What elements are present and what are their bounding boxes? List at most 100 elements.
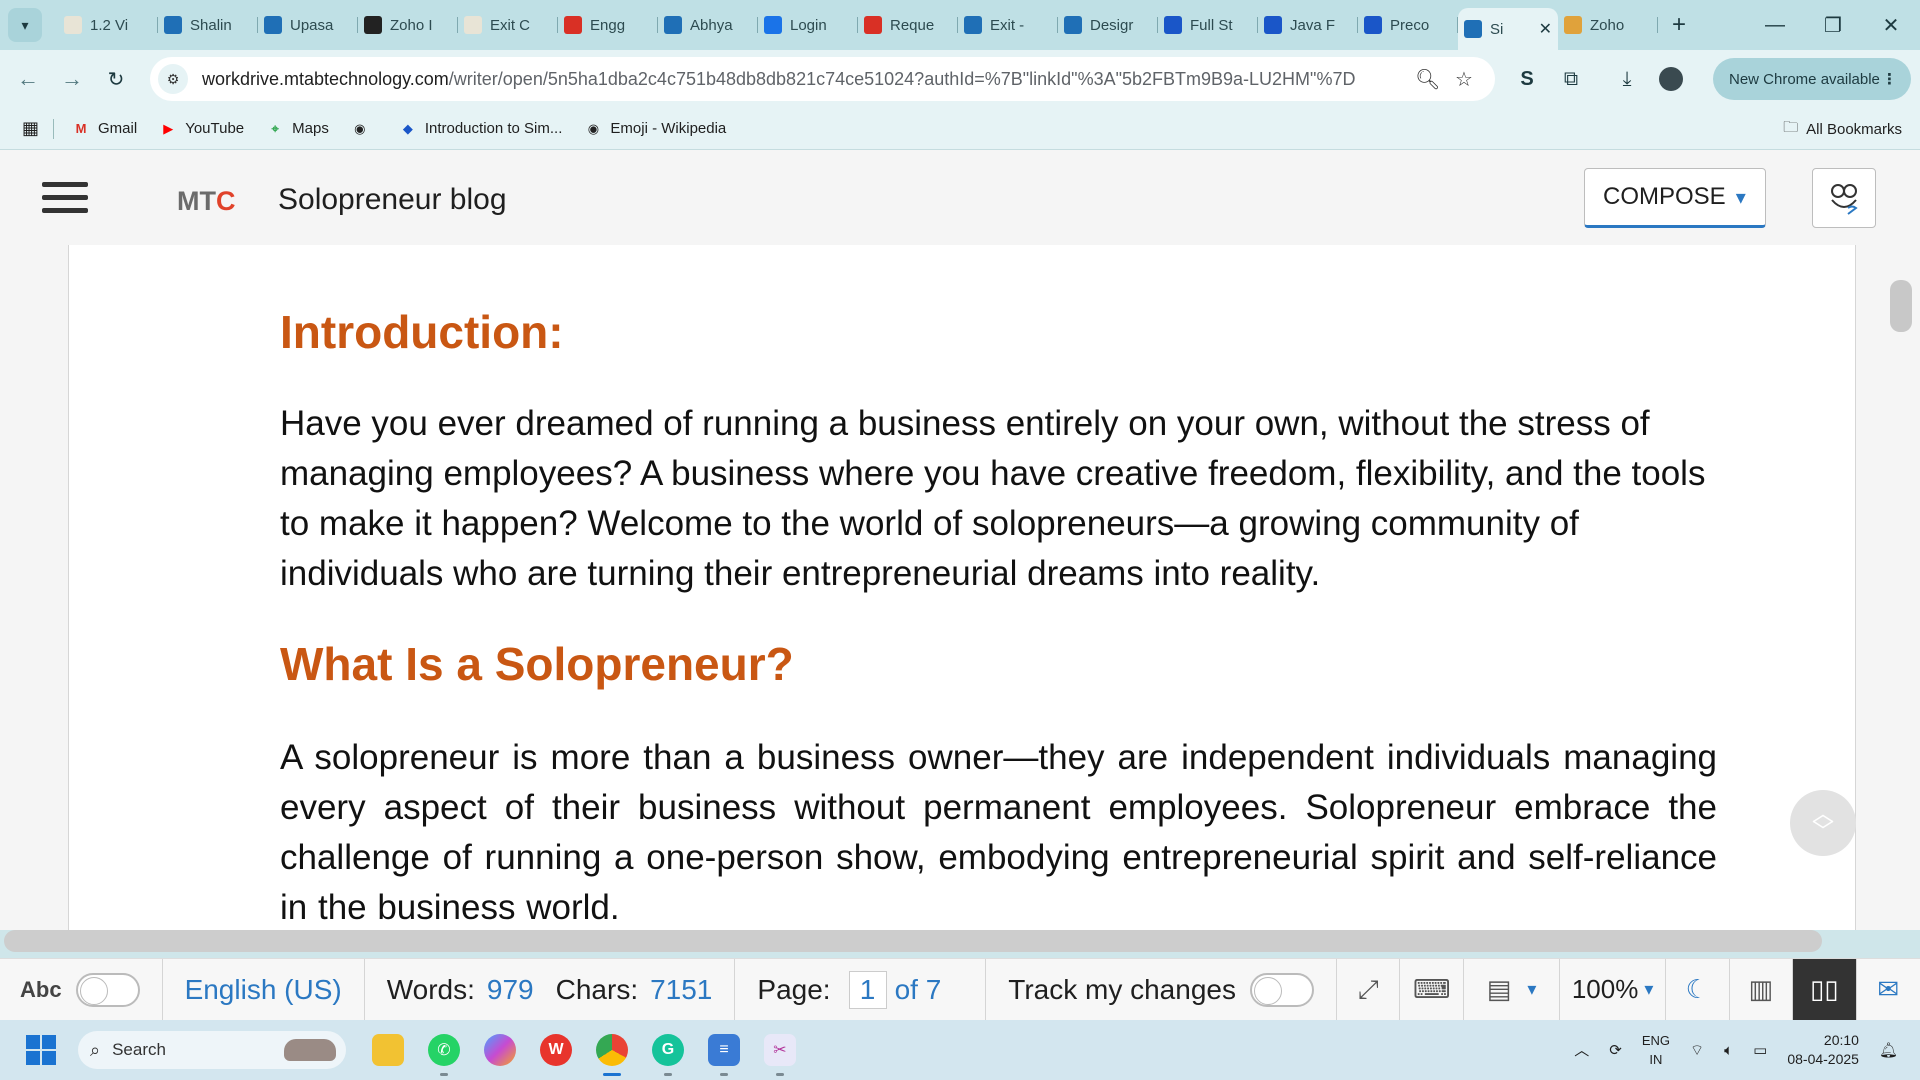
reload-button[interactable]: ↻ [94,67,138,92]
bookmark-item[interactable]: ◆ Introduction to Sim... [399,120,563,138]
tab-active[interactable]: Si ✕ [1458,8,1558,50]
spellcheck-icon[interactable]: Abc [20,977,62,1003]
restore-button[interactable]: ❐ [1804,0,1862,50]
reading-layout-icon[interactable]: ▯▯ [1793,958,1857,1021]
tab[interactable]: 1.2 Vi [58,7,158,43]
tab[interactable]: Shalin [158,7,258,43]
extensions-icon[interactable]: ⧉ [1549,68,1593,91]
document-title[interactable]: Solopreneur blog [278,183,507,217]
words-label: Words: [386,973,475,1005]
tab[interactable]: Login [758,7,858,43]
tab[interactable]: Upasa [258,7,358,43]
tab[interactable]: Java F [1258,7,1358,43]
compose-button[interactable]: COMPOSE ▾ [1584,168,1766,228]
page-number-input[interactable]: 1 [848,970,887,1009]
document-page[interactable]: Introduction: Have you ever dreamed of r… [68,245,1856,930]
tab[interactable]: Preco [1358,7,1458,43]
notifications-icon[interactable]: 🔔︎ [1879,1041,1898,1060]
chrome-taskbar-icon[interactable] [584,1022,640,1078]
tab[interactable]: Reque [858,7,958,43]
spellcheck-toggle[interactable] [75,972,140,1007]
profile-avatar-icon[interactable] [1649,67,1693,91]
show-hidden-icons[interactable]: ︿ [1574,1041,1589,1060]
notepad-icon[interactable]: ≡ [696,1022,752,1078]
taskbar-search[interactable]: ⌕ Search [78,1031,346,1069]
page-navigation-button[interactable]: ︿ ﹀ [1790,790,1856,856]
back-button[interactable]: ← [6,66,50,92]
menu-hamburger-icon[interactable] [42,182,88,221]
paragraph-what-is-solopreneur[interactable]: A solopreneur is more than a business ow… [280,733,1717,930]
horizontal-scrollbar-thumb[interactable] [4,930,1822,952]
grammarly-icon[interactable]: G [640,1022,696,1078]
url-text[interactable]: workdrive.mtabtechnology.com/writer/open… [202,69,1355,90]
tab-search-button[interactable]: ▾ [8,8,42,42]
keyboard-shortcuts-icon[interactable]: ⌨ [1400,958,1464,1021]
bookmark-star-icon[interactable]: ☆ [1455,67,1473,92]
language-code: ENG [1641,1033,1671,1048]
minimize-button[interactable]: — [1746,0,1804,50]
heading-introduction[interactable]: Introduction: [280,305,1717,359]
region-code: IN [1649,1052,1663,1067]
bookmark-item[interactable]: ◉ [351,120,377,138]
bookmark-item[interactable]: ⌖ Maps [266,120,328,138]
dark-mode-icon[interactable]: ☾ [1666,958,1730,1021]
language-selector[interactable]: English (US) [163,958,365,1021]
windows-start-icon[interactable] [26,1035,56,1065]
chrome-update-button[interactable]: New Chrome available ⋮ [1713,58,1911,100]
tab[interactable]: Zoho I [358,7,458,43]
tab[interactable]: Zoho [1558,7,1658,43]
whatsapp-icon[interactable]: ✆ [416,1022,472,1078]
all-bookmarks-button[interactable]: 🗀 All Bookmarks [1783,108,1902,150]
tab[interactable]: Desigr [1058,7,1158,43]
tab[interactable]: Full St [1158,7,1258,43]
volume-icon[interactable]: 🔈︎ [1724,1041,1733,1060]
tab-label: Login [790,16,827,34]
battery-icon[interactable]: ▭ [1753,1041,1767,1060]
file-explorer-icon[interactable] [360,1022,416,1078]
chatgpt-icon [1564,16,1582,34]
vertical-scrollbar-thumb[interactable] [1890,280,1912,332]
snipping-tool-icon[interactable]: ✂ [752,1022,808,1078]
downloads-icon[interactable]: ⤓ [1605,68,1649,91]
apps-grid-icon[interactable]: ▦ [22,118,39,139]
tab-label: Java F [1290,16,1336,34]
more-menu-icon[interactable]: ⋮ [1882,70,1897,88]
address-bar[interactable]: ⚙ workdrive.mtabtechnology.com/writer/op… [150,57,1495,101]
word-count-section[interactable]: Words: 979 Chars: 7151 [365,958,736,1021]
reading-mode-icon[interactable]: S [1505,68,1549,91]
zoom-icon[interactable]: 🔍︎ [1415,67,1440,92]
tab[interactable]: Abhya [658,7,758,43]
youtube-icon: ▶ [163,120,174,136]
copilot-icon[interactable] [472,1022,528,1078]
tab[interactable]: Engg [558,7,658,43]
page-layout-dropdown[interactable]: ▤ ▾ [1464,958,1561,1021]
bookmark-item[interactable]: ◉ Emoji - Wikipedia [584,120,727,138]
clock[interactable]: 20:10 08-04-2025 [1787,1031,1859,1069]
forward-button[interactable]: → [50,66,94,92]
fullscreen-icon[interactable]: ⤢ [1337,958,1401,1021]
print-layout-icon[interactable]: ▥ [1730,958,1793,1021]
workdrive-icon [264,16,282,34]
wifi-icon[interactable]: ⌔ [1690,1041,1704,1060]
wps-office-icon[interactable]: W [528,1022,584,1078]
language-indicator[interactable]: ENG IN [1642,1031,1670,1069]
paragraph-introduction[interactable]: Have you ever dreamed of running a busin… [280,399,1717,599]
close-tab-icon[interactable]: ✕ [1539,19,1552,39]
close-window-button[interactable]: ✕ [1862,0,1920,50]
new-tab-button[interactable]: + [1672,11,1686,39]
zia-assistant-button[interactable] [1812,168,1876,228]
bookmark-item[interactable]: M Gmail [72,120,138,138]
tab[interactable]: Exit C [458,7,558,43]
track-changes-toggle[interactable] [1249,972,1314,1007]
tab[interactable]: Exit - [958,7,1058,43]
heading-what-is-solopreneur[interactable]: What Is a Solopreneur? [280,637,1717,691]
sync-icon[interactable]: ⟳ [1609,1041,1622,1060]
site-info-icon[interactable]: ⚙ [158,64,188,94]
bookmark-item[interactable]: ▶ YouTube [159,120,244,138]
page-total: of 7 [894,973,942,1005]
zoom-selector[interactable]: 100% ▾ [1560,958,1666,1021]
document-content[interactable]: Introduction: Have you ever dreamed of r… [280,305,1717,930]
track-changes-label: Track my changes [1008,973,1236,1005]
spellcheck-section: Abc [0,958,163,1021]
email-icon[interactable]: ✉ [1857,959,1920,1021]
